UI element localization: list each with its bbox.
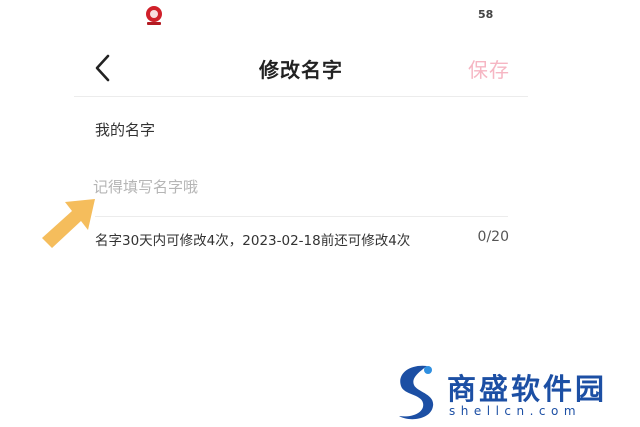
status-indicator: 58 — [478, 8, 494, 21]
watermark-url: shellcn.com — [449, 404, 582, 418]
page-title: 修改名字 — [259, 58, 343, 82]
header-divider — [74, 96, 528, 97]
char-counter: 0/20 — [477, 229, 509, 245]
status-bar: 58 — [0, 0, 640, 30]
hint-text: 名字30天内可修改4次，2023-02-18前还可修改4次 — [95, 233, 411, 249]
field-label: 我的名字 — [95, 121, 156, 139]
name-input[interactable] — [93, 172, 503, 202]
input-divider — [95, 216, 508, 217]
app-icon — [146, 6, 162, 25]
watermark-name: 商盛软件园 — [447, 372, 608, 406]
watermark: 商盛软件园 shellcn.com — [387, 360, 637, 424]
save-button[interactable]: 保存 — [468, 54, 510, 83]
pointer-arrow-icon — [42, 199, 95, 248]
watermark-logo-icon — [399, 365, 434, 420]
header: 修改名字 保存 — [74, 40, 528, 96]
